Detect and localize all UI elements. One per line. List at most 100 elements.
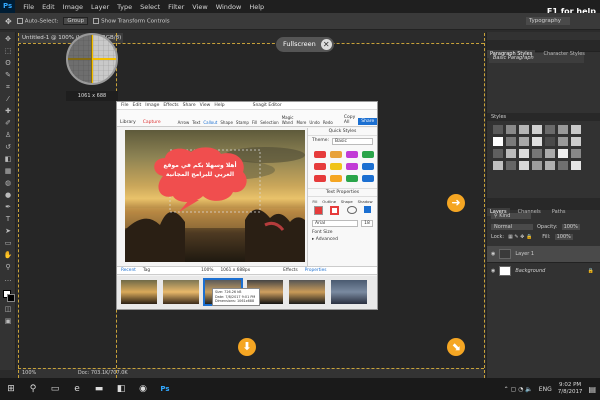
snagit-menu-image[interactable]: Image [145, 102, 159, 109]
style-swatch[interactable] [346, 163, 358, 170]
font-size-field[interactable]: 18 [361, 220, 373, 227]
snagit-menu-file[interactable]: File [121, 102, 129, 109]
style-swatch[interactable] [330, 151, 342, 158]
menu-file[interactable]: File [19, 3, 38, 11]
menu-view[interactable]: View [188, 3, 211, 11]
auto-select-option[interactable]: Auto-Select: [16, 17, 58, 24]
advanced-toggle[interactable]: ▸ Advanced [308, 235, 377, 244]
styles-grid[interactable] [487, 121, 600, 174]
style-swatch[interactable] [558, 161, 568, 170]
style-swatch[interactable] [558, 149, 568, 158]
tag-tab[interactable]: Tag [143, 268, 150, 273]
style-swatch[interactable] [571, 125, 581, 134]
menu-select[interactable]: Select [136, 3, 164, 11]
brush-icon[interactable]: ✐ [3, 118, 13, 128]
stamp-tool[interactable]: Stamp [236, 120, 249, 125]
style-swatch[interactable] [314, 175, 326, 182]
quick-style-grid[interactable] [308, 147, 377, 186]
language-indicator[interactable]: ENG [539, 386, 552, 393]
eraser-icon[interactable]: ◧ [3, 154, 13, 164]
windows-start-icon[interactable]: ⊞ [0, 378, 22, 400]
task-view-icon[interactable]: ▭ [44, 378, 66, 400]
down-right-arrow-button[interactable]: ⬊ [447, 338, 465, 356]
media-icon[interactable]: ◉ [132, 378, 154, 400]
properties-button[interactable]: Properties [305, 268, 327, 273]
style-swatch[interactable] [493, 149, 503, 158]
gradient-icon[interactable]: ▦ [3, 166, 13, 176]
file-explorer-icon[interactable]: ▬ [88, 378, 110, 400]
fill-tool[interactable]: Fill [252, 120, 257, 125]
recent-tab[interactable]: Recent [121, 268, 136, 273]
opacity-field[interactable]: 100% [561, 224, 580, 230]
style-swatch[interactable] [362, 163, 374, 170]
snagit-menu-view[interactable]: View [200, 102, 211, 109]
shape-swatch[interactable] [346, 206, 357, 214]
eyedropper-icon[interactable]: ⁄ [3, 94, 13, 104]
style-swatch[interactable] [558, 125, 568, 134]
callout-tool[interactable]: Callout [203, 120, 217, 125]
move-icon[interactable]: ✥ [3, 34, 13, 44]
style-swatch[interactable] [493, 137, 503, 146]
search-icon[interactable]: ⚲ [22, 378, 44, 400]
style-swatch[interactable] [519, 125, 529, 134]
style-swatch[interactable] [545, 161, 555, 170]
fill-field[interactable]: 100% [554, 234, 573, 240]
style-swatch[interactable] [346, 175, 358, 182]
font-select[interactable]: Arial [312, 220, 358, 227]
path-select-icon[interactable]: ➤ [3, 226, 13, 236]
style-swatch[interactable] [506, 137, 516, 146]
style-swatch[interactable] [571, 137, 581, 146]
style-swatch[interactable] [532, 161, 542, 170]
style-swatch[interactable] [493, 161, 503, 170]
tray-thumbnail[interactable] [331, 280, 367, 304]
style-swatch[interactable] [558, 137, 568, 146]
style-swatch[interactable] [545, 137, 555, 146]
move-tool-icon[interactable]: ✥ [5, 17, 12, 26]
zoom-icon[interactable]: ⚲ [3, 262, 13, 272]
effects-button[interactable]: Effects [283, 268, 298, 273]
browser-icon[interactable]: e [66, 378, 88, 400]
clock[interactable]: 9:02 PM 7/8/2017 [558, 382, 583, 396]
style-swatch[interactable] [532, 149, 542, 158]
style-swatch[interactable] [571, 149, 581, 158]
lock-icon[interactable]: ▦ ✎ ✥ 🔒 [508, 234, 532, 240]
healing-icon[interactable]: ✚ [3, 106, 13, 116]
shape-tool[interactable]: Shape [220, 120, 233, 125]
arrow-tool[interactable]: Arrow [178, 120, 190, 125]
share-button[interactable]: Share [358, 118, 378, 125]
layer-row[interactable]: ◉ Layer 1 [487, 246, 600, 262]
layer-name[interactable]: Layer 1 [515, 251, 534, 257]
menu-filter[interactable]: Filter [164, 3, 188, 11]
style-swatch[interactable] [532, 125, 542, 134]
shadow-checkbox[interactable] [364, 206, 372, 213]
tab-paths[interactable]: Paths [549, 208, 569, 216]
quick-select-icon[interactable]: ✎ [3, 70, 13, 80]
tray-thumbnail[interactable] [163, 280, 199, 304]
background-color-swatch[interactable] [7, 294, 15, 302]
outline-swatch[interactable] [330, 206, 340, 215]
down-arrow-button[interactable]: ⬇ [238, 338, 256, 356]
menu-image[interactable]: Image [59, 3, 87, 11]
fullscreen-badge[interactable]: Fullscreen ✕ [276, 37, 334, 52]
menu-edit[interactable]: Edit [38, 3, 59, 11]
auto-select-checkbox[interactable] [16, 17, 23, 24]
style-swatch[interactable] [493, 125, 503, 134]
store-icon[interactable]: ◧ [110, 378, 132, 400]
capture-button[interactable]: Capture [143, 120, 161, 125]
style-swatch[interactable] [532, 137, 542, 146]
quick-mask-icon[interactable]: ◫ [3, 304, 13, 314]
lasso-icon[interactable]: ʘ [3, 58, 13, 68]
tab-character-styles[interactable]: Character Styles [540, 50, 587, 58]
transform-checkbox[interactable] [93, 17, 100, 24]
snagit-menu-effects[interactable]: Effects [163, 102, 178, 109]
menu-type[interactable]: Type [113, 3, 136, 11]
visibility-eye-icon[interactable]: ◉ [491, 268, 495, 274]
dodge-icon[interactable]: ● [3, 190, 13, 200]
fill-swatch[interactable] [313, 206, 323, 215]
layer-filter-select[interactable]: ⚲ Kind [491, 213, 531, 219]
visibility-eye-icon[interactable]: ◉ [491, 251, 495, 257]
style-swatch[interactable] [314, 151, 326, 158]
selection-tool[interactable]: Selection [260, 120, 278, 125]
pen-icon[interactable]: ✒ [3, 202, 13, 212]
marquee-icon[interactable]: ⬚ [3, 46, 13, 56]
